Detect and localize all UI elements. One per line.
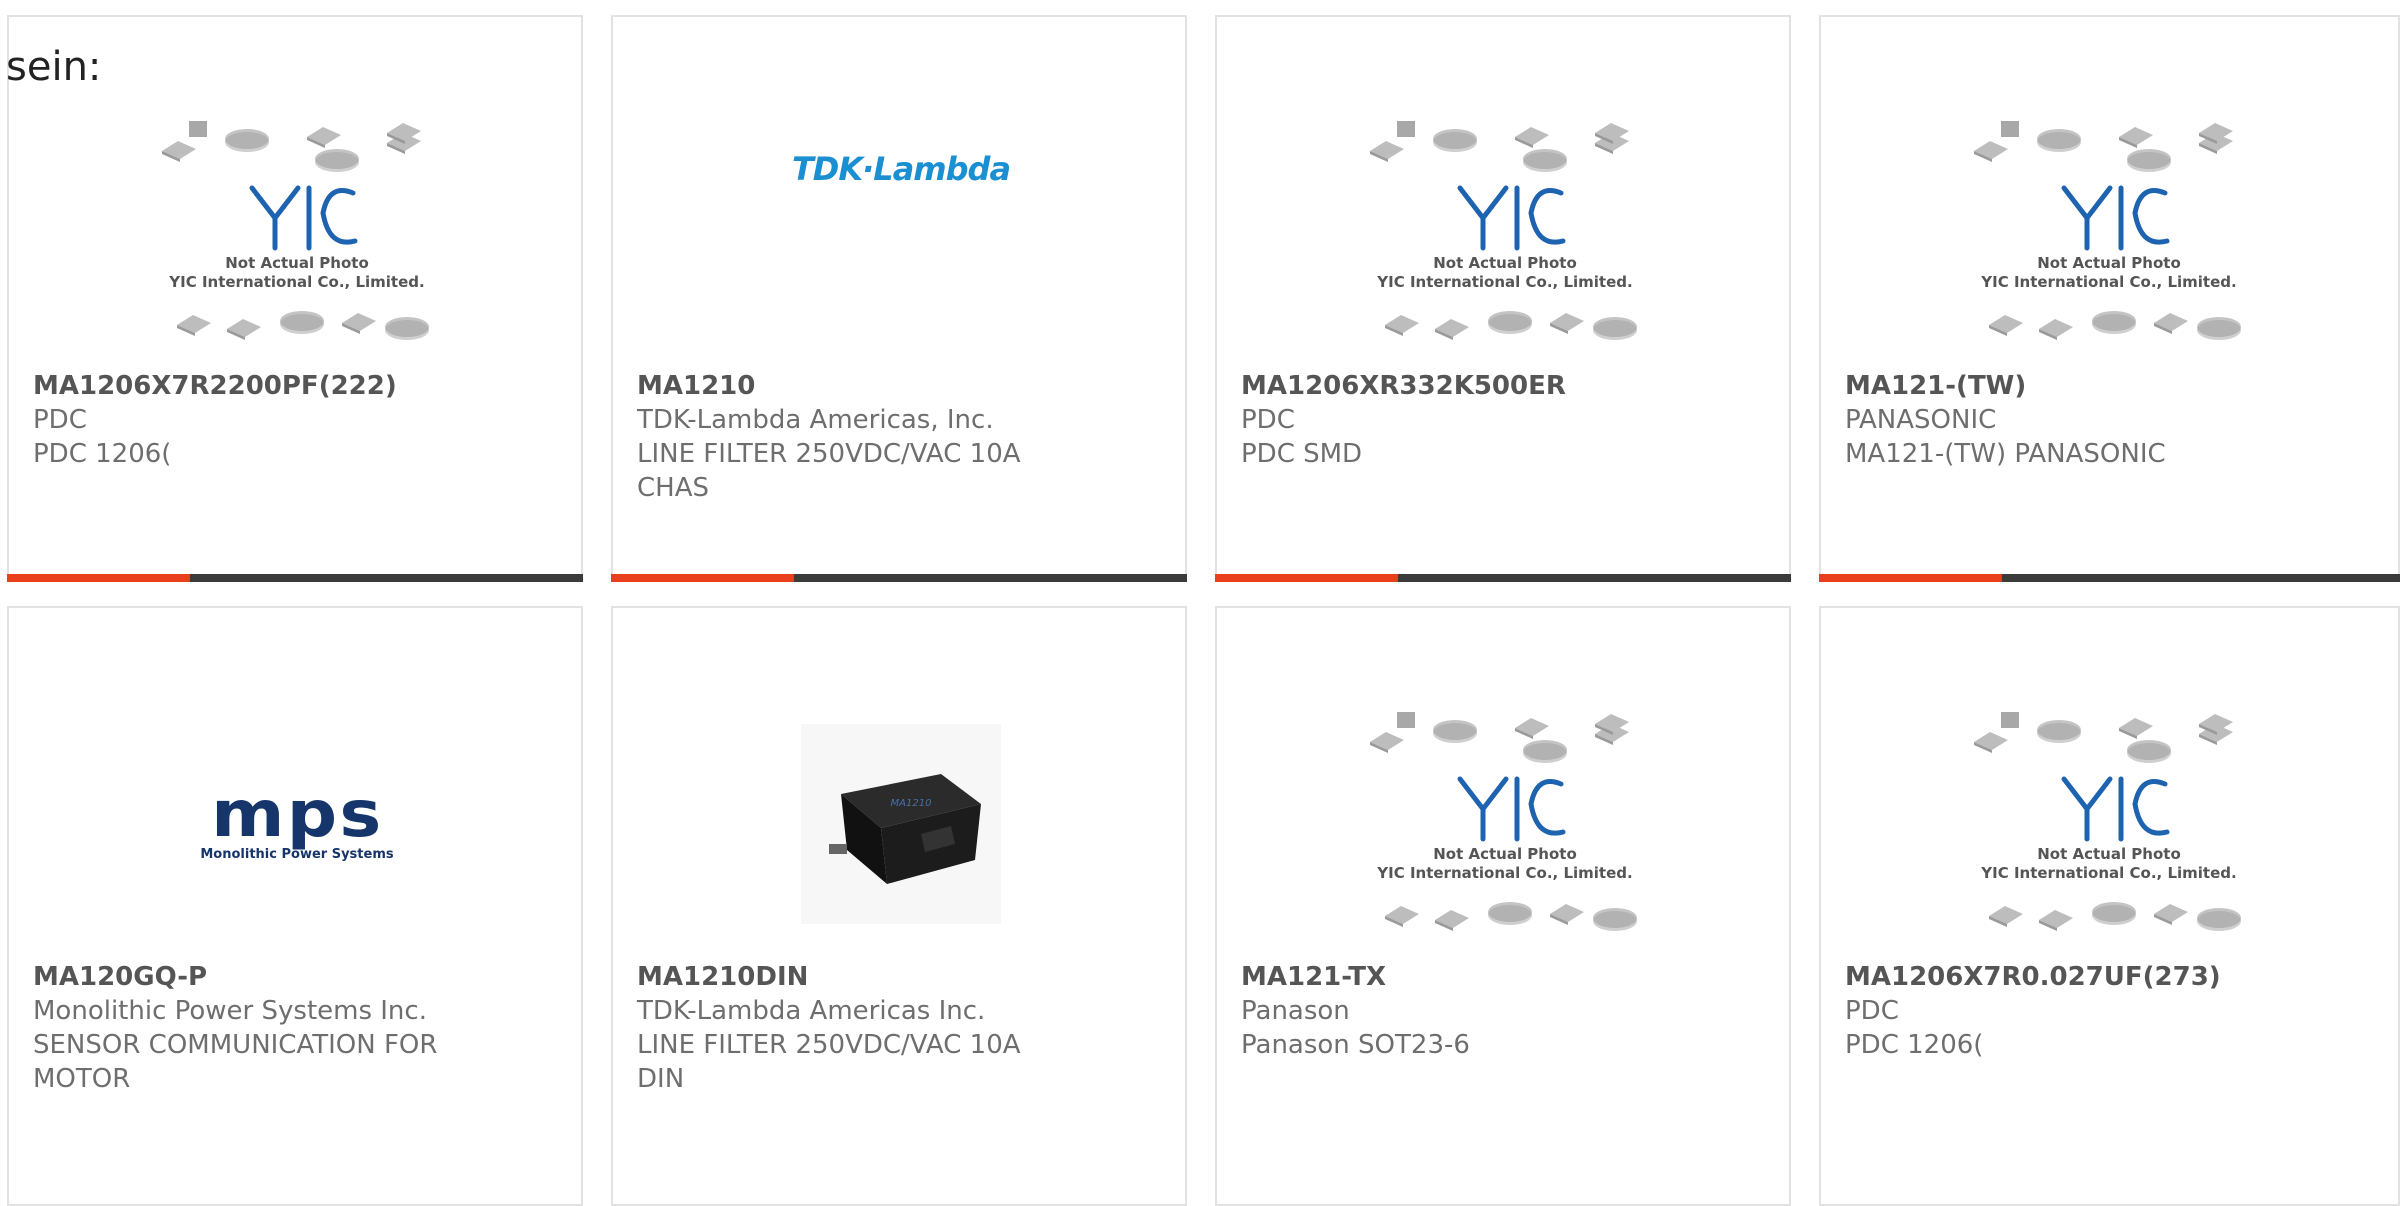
part-number[interactable]: MA121-(TW) [1845,369,2378,403]
svg-text:YIC International Co., Limited: YIC International Co., Limited. [1376,864,1632,882]
product-card[interactable]: Not Actual Photo YIC International Co., … [7,15,583,582]
product-card[interactable]: Not Actual Photo YIC International Co., … [1819,15,2400,582]
product-image[interactable]: Not Actual Photo YIC International Co., … [1325,99,1685,367]
svg-text:Not Actual Photo: Not Actual Photo [225,254,369,272]
svg-text:Not Actual Photo: Not Actual Photo [1433,845,1577,863]
svg-text:YIC International Co., Limited: YIC International Co., Limited. [1376,273,1632,291]
yic-placeholder-image: Not Actual Photo YIC International Co., … [1370,121,1637,340]
product-card[interactable]: MA1210 MA1210DIN TDK-Lambda Americas Inc… [611,606,1187,1206]
part-number[interactable]: MA1206XR332K500ER [1241,369,1769,403]
svg-text:YIC International Co., Limited: YIC International Co., Limited. [1980,273,2236,291]
manufacturer: TDK-Lambda Americas, Inc. [637,405,994,435]
product-image[interactable]: Not Actual Photo YIC International Co., … [117,99,477,367]
product-image[interactable]: mps Monolithic Power Systems [117,690,477,958]
yic-placeholder-image: Not Actual Photo YIC International Co., … [1974,712,2241,931]
card-accent-bar [1215,574,1791,582]
description: Panason SOT23-6 [1241,1030,1470,1060]
svg-text:Not Actual Photo: Not Actual Photo [2037,845,2181,863]
product-card[interactable]: Not Actual Photo YIC International Co., … [1819,606,2400,1206]
manufacturer: Panason [1241,996,1350,1026]
description: PDC 1206( [1845,1030,1984,1060]
product-image[interactable]: Not Actual Photo YIC International Co., … [1929,99,2289,367]
part-number[interactable]: MA1206X7R2200PF(222) [33,369,561,403]
svg-text:MA1210: MA1210 [891,798,932,809]
product-image[interactable]: Not Actual Photo YIC International Co., … [1929,690,2289,958]
card-accent-bar [7,574,583,582]
product-image[interactable]: TDK·Lambda [721,99,1081,367]
yic-placeholder-image: Not Actual Photo YIC International Co., … [162,121,429,340]
intro-text-fragment: sein: [6,44,102,90]
svg-text:Not Actual Photo: Not Actual Photo [2037,254,2181,272]
svg-text:YIC International Co., Limited: YIC International Co., Limited. [1980,864,2236,882]
svg-text:Not Actual Photo: Not Actual Photo [1433,254,1577,272]
description: PDC SMD [1241,439,1363,469]
card-accent-bar [1819,574,2400,582]
line-filter-photo: MA1210 [801,724,1001,924]
card-accent-bar [611,574,1187,582]
part-number[interactable]: MA1210 [637,369,1165,403]
part-number[interactable]: MA1210DIN [637,960,1165,994]
description: LINE FILTER 250VDC/VAC 10A CHAS [637,439,1021,503]
product-image[interactable]: MA1210 [721,690,1081,958]
product-card[interactable]: Not Actual Photo YIC International Co., … [1215,606,1791,1206]
description: SENSOR COMMUNICATION FOR MOTOR [33,1030,438,1094]
description: PDC 1206( [33,439,172,469]
description: MA121-(TW) PANASONIC [1845,439,2166,469]
manufacturer: TDK-Lambda Americas Inc. [637,996,986,1026]
yic-placeholder-image: Not Actual Photo YIC International Co., … [1974,121,2241,340]
mps-logo: mps Monolithic Power Systems [200,777,394,862]
part-number[interactable]: MA120GQ-P [33,960,561,994]
yic-placeholder-image: Not Actual Photo YIC International Co., … [1370,712,1637,931]
product-card[interactable]: TDK·Lambda MA1210 TDK-Lambda Americas, I… [611,15,1187,582]
description: LINE FILTER 250VDC/VAC 10A DIN [637,1030,1021,1094]
svg-text:YIC International Co., Limited: YIC International Co., Limited. [168,273,424,291]
manufacturer: Monolithic Power Systems Inc. [33,996,427,1026]
manufacturer: PDC [1845,996,1899,1026]
product-card[interactable]: mps Monolithic Power Systems MA120GQ-P M… [7,606,583,1206]
manufacturer: PDC [1241,405,1295,435]
manufacturer: PDC [33,405,87,435]
part-number[interactable]: MA121-TX [1241,960,1769,994]
tdk-lambda-logo: TDK·Lambda [791,150,1011,188]
part-number[interactable]: MA1206X7R0.027UF(273) [1845,960,2378,994]
product-image[interactable]: Not Actual Photo YIC International Co., … [1325,690,1685,958]
product-card[interactable]: Not Actual Photo YIC International Co., … [1215,15,1791,582]
manufacturer: PANASONIC [1845,405,1997,435]
